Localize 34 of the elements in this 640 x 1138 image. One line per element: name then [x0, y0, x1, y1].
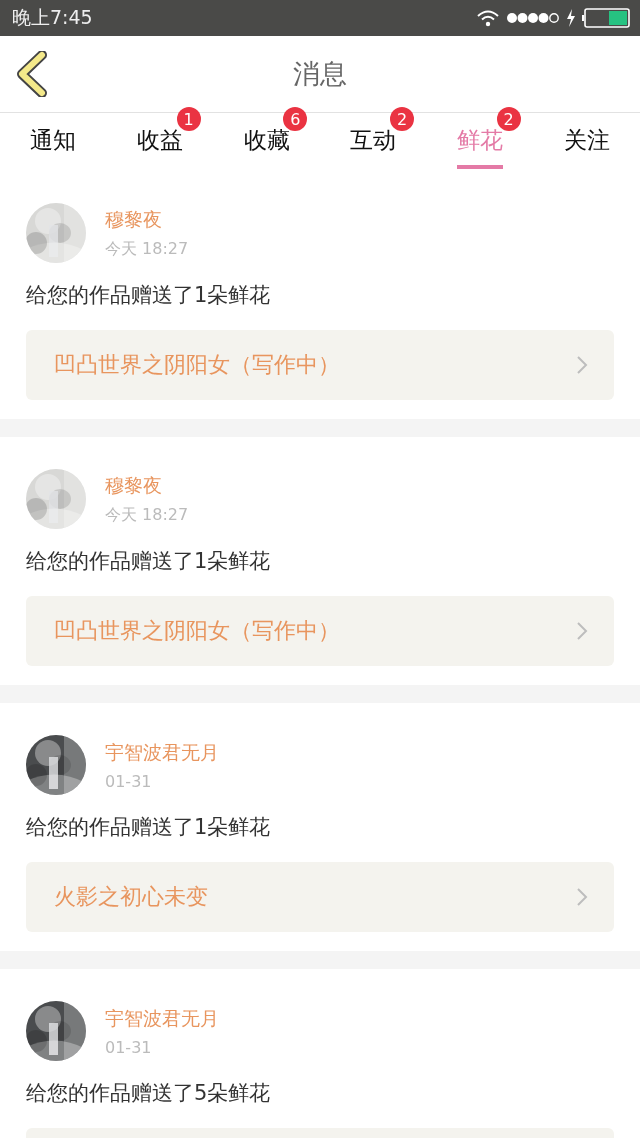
count-badge: 2	[390, 107, 414, 131]
charging-icon	[566, 9, 576, 27]
message-text: 给您的作品赠送了1朵鲜花	[26, 548, 272, 575]
signal-icon	[506, 12, 560, 24]
message-text: 给您的作品赠送了1朵鲜花	[26, 814, 272, 841]
tab[interactable]: 关注	[563, 113, 610, 169]
wifi-icon	[476, 9, 500, 27]
message-text: 给您的作品赠送了1朵鲜花	[26, 282, 272, 309]
count-badge: 2	[496, 107, 521, 131]
book-title: 凹凸世界之阴阳女（写作中）	[54, 351, 340, 379]
message-time: 今天 18:27	[105, 504, 189, 526]
chevron-icon	[576, 621, 588, 641]
user-name[interactable]: 宇智波君无月	[105, 1005, 219, 1032]
message-text: 给您的作品赠送了5朵鲜花	[26, 1080, 272, 1107]
tab[interactable]: 通知	[30, 113, 77, 169]
user-name[interactable]: 宇智波君无月	[105, 739, 219, 766]
book-title: 凹凸世界之阴阳女（写作中）	[54, 617, 340, 645]
book-link[interactable]: 凹凸世界之阴阳女（写作中）	[26, 596, 614, 666]
chevron-icon	[576, 355, 588, 375]
user-name[interactable]: 穆黎夜	[105, 206, 189, 233]
page-title: 消息	[293, 57, 347, 91]
message-time: 01-31	[105, 771, 153, 791]
message-time: 01-31	[105, 1037, 153, 1057]
message-time: 今天 18:27	[105, 238, 189, 260]
book-link[interactable]: 火影之初心未变	[26, 862, 614, 932]
count-badge: 1	[176, 107, 201, 131]
book-link[interactable]: 凹凸世界之阴阳女（写作中）	[26, 330, 614, 400]
status-time: 晚上7:45	[12, 5, 93, 30]
count-badge: 6	[283, 107, 308, 131]
back-icon[interactable]	[16, 51, 48, 97]
book-title: 火影之初心未变	[54, 883, 208, 911]
user-name[interactable]: 穆黎夜	[105, 472, 189, 499]
battery-icon	[582, 8, 630, 28]
chevron-icon	[576, 887, 588, 907]
